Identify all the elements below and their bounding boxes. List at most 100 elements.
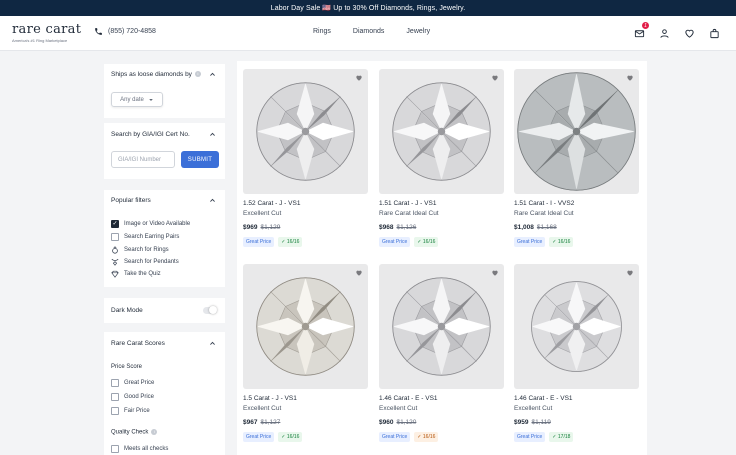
popular-filters-panel: Popular filters ✓ Image or Video Availabl… <box>104 190 225 287</box>
dark-mode-toggle[interactable] <box>203 306 217 314</box>
chevron-up-icon[interactable] <box>209 197 216 204</box>
checkbox[interactable] <box>111 393 119 401</box>
price-original: $1,168 <box>536 224 557 231</box>
filter-label: Search for Rings <box>124 247 169 253</box>
product-image[interactable] <box>514 69 639 194</box>
filter-pendants[interactable]: Search for Pendants <box>111 258 179 266</box>
price-original: $1,127 <box>260 419 281 426</box>
quality-score: 16/16 <box>557 239 571 245</box>
wishlist-heart-icon[interactable] <box>491 269 499 277</box>
logo[interactable]: rare carat America's #1 Ring Marketplace <box>12 23 81 43</box>
product-image[interactable] <box>243 69 368 194</box>
quality-tag: ✓ 16/16 <box>278 432 303 442</box>
quality-tag: ✓ 16/16 <box>278 237 303 247</box>
quality-meets-all[interactable]: Meets all checks <box>111 445 168 453</box>
price-fair[interactable]: Fair Price <box>111 407 150 415</box>
price-good[interactable]: Good Price <box>111 393 154 401</box>
cert-search-panel: Search by GIA/IGI Cert No. GIA/IGI Numbe… <box>104 123 225 179</box>
product-card[interactable]: 1.51 Carat - I - VVS2 Rare Carat Ideal C… <box>514 69 639 247</box>
ring-icon <box>111 246 119 254</box>
filter-label: Image or Video Available <box>124 221 191 227</box>
ships-by-title-text: Ships as loose diamonds by <box>111 71 192 78</box>
product-tags: Great Price ✓ 16/16 <box>379 432 504 442</box>
phone-link[interactable]: (855) 720-4858 <box>94 27 156 36</box>
chevron-up-icon[interactable] <box>209 71 216 78</box>
product-card[interactable]: 1.52 Carat - J - VS1 Excellent Cut $969 $… <box>243 69 368 247</box>
checkbox[interactable] <box>111 407 119 415</box>
product-image[interactable] <box>243 264 368 389</box>
product-cut: Excellent Cut <box>514 405 553 412</box>
nav-diamonds[interactable]: Diamonds <box>353 28 385 35</box>
filter-label: Search Earring Pairs <box>124 234 180 240</box>
logo-name: rare carat <box>12 22 82 37</box>
product-title[interactable]: 1.46 Carat - E - VS1 <box>379 395 504 402</box>
product-price: $969 $1,129 <box>243 224 368 231</box>
wishlist-heart-icon[interactable] <box>626 74 634 82</box>
dark-mode-panel: Dark Mode <box>104 298 225 323</box>
quality-score: 16/16 <box>422 239 436 245</box>
checkbox-checked[interactable]: ✓ <box>111 220 119 228</box>
ship-date-dropdown[interactable]: Any date <box>111 92 163 107</box>
nav-rings[interactable]: Rings <box>313 28 331 35</box>
price-original: $1,119 <box>531 419 551 426</box>
product-title[interactable]: 1.51 Carat - I - VVS2 <box>514 200 639 207</box>
info-icon[interactable]: i <box>151 429 158 435</box>
price-great[interactable]: Great Price <box>111 379 154 387</box>
logo-tagline: America's #1 Ring Marketplace <box>12 38 68 43</box>
checkbox[interactable] <box>111 233 119 241</box>
chevron-up-icon[interactable] <box>209 131 216 138</box>
heart-icon[interactable] <box>684 26 695 38</box>
price-current: $959 <box>514 419 529 426</box>
filter-quiz[interactable]: Take the Quiz <box>111 270 161 278</box>
quality-score: 16/16 <box>286 239 300 245</box>
product-tags: Great Price ✓ 16/16 <box>243 237 368 247</box>
popular-filters-title: Popular filters <box>111 197 151 204</box>
product-card[interactable]: 1.51 Carat - J - VS1 Rare Carat Ideal Cu… <box>379 69 504 247</box>
mail-icon[interactable]: 1 <box>634 22 649 38</box>
user-icon[interactable] <box>659 26 670 38</box>
product-title[interactable]: 1.51 Carat - J - VS1 <box>379 200 504 207</box>
product-cut: Excellent Cut <box>243 405 282 412</box>
filter-image-video[interactable]: ✓ Image or Video Available <box>111 220 190 228</box>
price-tag: Great Price <box>379 237 411 247</box>
wishlist-heart-icon[interactable] <box>355 269 363 277</box>
product-card[interactable]: 1.5 Carat - J - VS1 Excellent Cut $967 $1… <box>243 264 368 442</box>
wishlist-heart-icon[interactable] <box>626 269 634 277</box>
cert-number-input[interactable]: GIA/IGI Number <box>111 151 175 168</box>
cert-input-placeholder: GIA/IGI Number <box>118 156 162 163</box>
product-title[interactable]: 1.5 Carat - J - VS1 <box>243 395 368 402</box>
price-tag: Great Price <box>379 432 411 442</box>
price-current: $969 <box>243 224 258 231</box>
cert-search-title: Search by GIA/IGI Cert No. <box>111 131 190 138</box>
wishlist-heart-icon[interactable] <box>355 74 363 82</box>
product-price: $959 $1,119 <box>514 419 639 426</box>
product-title[interactable]: 1.52 Carat - J - VS1 <box>243 200 368 207</box>
info-icon[interactable]: i <box>194 71 201 78</box>
product-title[interactable]: 1.46 Carat - E - VS1 <box>514 395 639 402</box>
product-image[interactable] <box>379 264 504 389</box>
filter-label: Good Price <box>124 394 155 400</box>
diamond-photo <box>531 281 622 372</box>
product-card[interactable]: 1.46 Carat - E - VS1 Excellent Cut $960 $… <box>379 264 504 442</box>
filter-earring-pairs[interactable]: Search Earring Pairs <box>111 233 179 241</box>
filter-rings[interactable]: Search for Rings <box>111 246 169 254</box>
product-cut: Rare Carat Ideal Cut <box>514 210 574 217</box>
diamond-photo <box>392 277 491 376</box>
checkbox[interactable] <box>111 445 119 453</box>
cert-submit-button[interactable]: SUBMIT <box>181 151 219 168</box>
checkbox[interactable] <box>111 379 119 387</box>
product-card[interactable]: 1.46 Carat - E - VS1 Excellent Cut $959 $… <box>514 264 639 442</box>
header-icons: 1 <box>634 22 720 39</box>
bag-icon[interactable] <box>709 26 720 39</box>
chevron-up-icon[interactable] <box>209 340 216 347</box>
pendant-icon <box>111 258 119 266</box>
promo-banner[interactable]: Labor Day Sale 🇺🇸 Up to 30% Off Diamonds… <box>0 0 736 16</box>
product-grid: 1.52 Carat - J - VS1 Excellent Cut $969 $… <box>237 61 647 455</box>
nav-jewelry[interactable]: Jewelry <box>406 28 430 35</box>
product-image[interactable] <box>379 69 504 194</box>
filter-label: Great Price <box>124 380 155 386</box>
product-tags: Great Price ✓ 16/16 <box>379 237 504 247</box>
wishlist-heart-icon[interactable] <box>491 74 499 82</box>
product-image[interactable] <box>514 264 639 389</box>
filter-label: Fair Price <box>124 408 150 414</box>
